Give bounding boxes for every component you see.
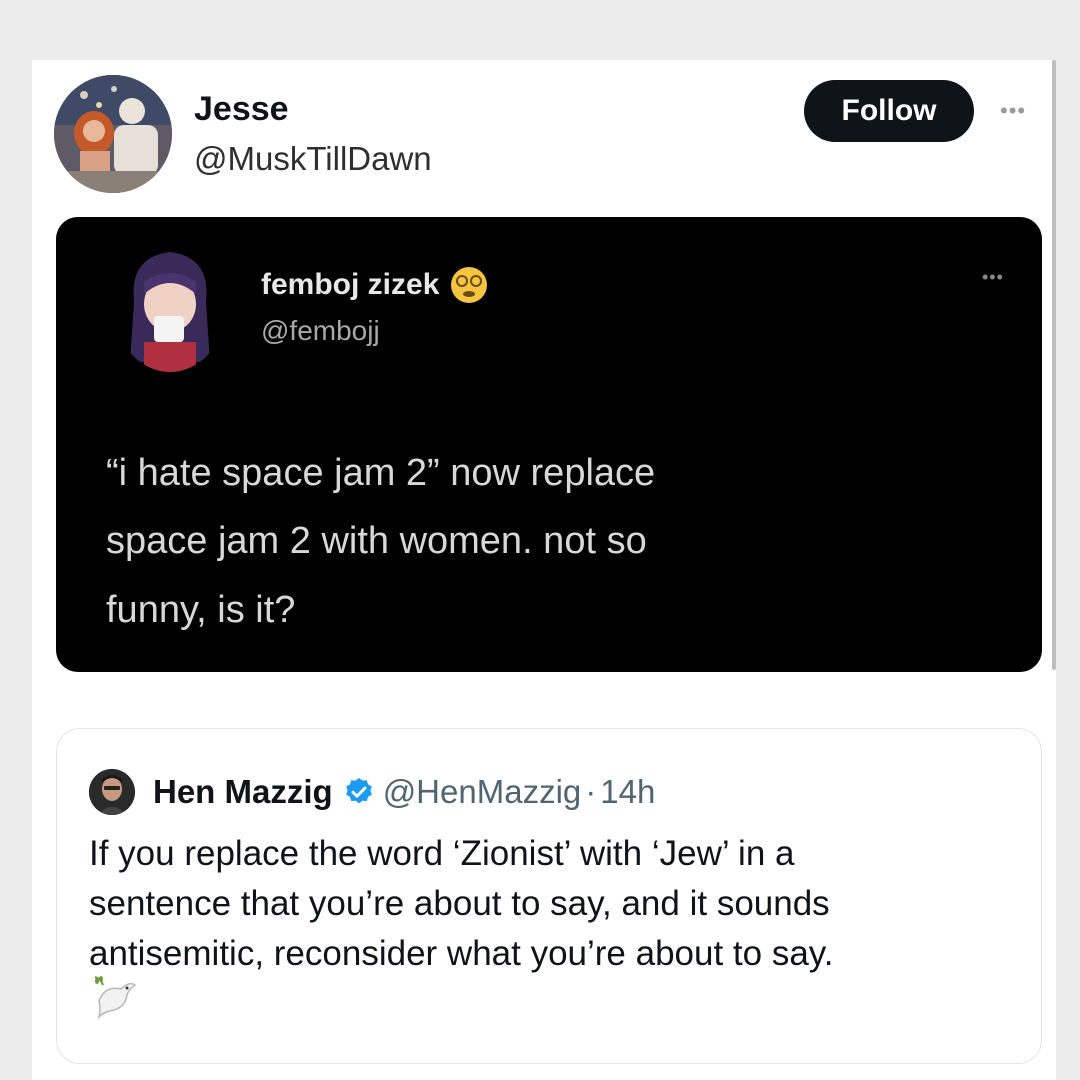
post-timestamp[interactable]: 14h	[600, 773, 655, 811]
follow-button[interactable]: Follow	[804, 80, 974, 142]
quoted-author-handle[interactable]: @HenMazzig	[383, 773, 582, 811]
verified-badge-icon	[345, 778, 372, 804]
author-handle[interactable]: @MuskTillDawn	[194, 140, 432, 178]
quoted-avatar-photo-icon	[89, 769, 135, 815]
scrollbar[interactable]	[1052, 60, 1056, 670]
embedded-tweet-screenshot: femboj zizek @fembojj ••• “i hate space …	[56, 217, 1042, 672]
quoted-post[interactable]: Hen Mazzig @HenMazzig · 14h If you repla…	[56, 728, 1042, 1064]
author-avatar[interactable]	[54, 75, 172, 193]
quoted-post-header: Hen Mazzig @HenMazzig · 14h	[153, 769, 655, 815]
avatar-photo-icon	[54, 75, 172, 193]
separator-dot: ·	[585, 773, 597, 810]
embedded-author-name: femboj zizek	[261, 268, 440, 301]
anime-avatar-icon	[114, 242, 226, 372]
embedded-more-icon: •••	[982, 267, 1004, 287]
quoted-author-name[interactable]: Hen Mazzig	[153, 773, 333, 811]
dizzy-face-emoji-icon	[451, 267, 488, 303]
author-name[interactable]: Jesse	[194, 90, 289, 129]
embedded-author-name-row: femboj zizek	[261, 265, 489, 305]
embedded-author-handle: @fembojj	[261, 315, 380, 346]
more-options-icon[interactable]: •••	[1000, 98, 1026, 124]
post-card: Jesse @MuskTillDawn Follow ••• femboj zi…	[32, 60, 1056, 1080]
dove-emoji-icon	[94, 976, 137, 1019]
quoted-post-text: If you replace the word ‘Zionist’ with ‘…	[89, 834, 834, 974]
embedded-tweet-text: “i hate space jam 2” now replace space j…	[106, 452, 656, 631]
embedded-author-avatar	[114, 242, 226, 372]
quoted-author-avatar[interactable]	[89, 769, 135, 815]
